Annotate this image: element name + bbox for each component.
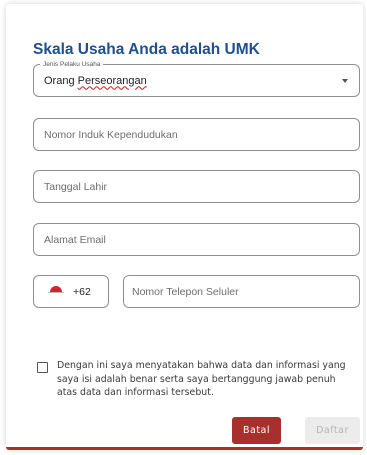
flag-base-line — [48, 292, 64, 293]
country-code-text: +62 — [73, 285, 91, 298]
submit-button[interactable]: Daftar — [305, 417, 360, 444]
birth-date-placeholder: Tanggal Lahir — [44, 180, 108, 193]
business-actor-type-select[interactable]: Jenis Pelaku Usaha Orang Perseorangan — [33, 60, 360, 97]
email-input[interactable]: Alamat Email — [33, 223, 360, 256]
consent-text: Dengan ini saya menyatakan bahwa data da… — [57, 360, 346, 399]
registration-card: Skala Usaha Anda adalah UMK Jenis Pelaku… — [6, 4, 363, 450]
business-actor-type-value-highlight: Perseorangan — [77, 74, 147, 87]
email-placeholder: Alamat Email — [44, 233, 106, 246]
card-bottom-bar — [6, 447, 363, 450]
business-actor-type-value-prefix: Orang — [44, 74, 78, 87]
phone-number-input[interactable]: Nomor Telepon Seluler — [123, 275, 360, 308]
cancel-button[interactable]: Batal — [232, 417, 281, 444]
phone-number-placeholder: Nomor Telepon Seluler — [132, 285, 239, 298]
form-title: Skala Usaha Anda adalah UMK — [33, 41, 260, 58]
country-code-select[interactable]: +62 — [33, 275, 109, 308]
caret-down-icon[interactable] — [342, 79, 348, 83]
consent-checkbox[interactable] — [37, 362, 48, 373]
nik-placeholder: Nomor Induk Kependudukan — [44, 128, 178, 141]
business-actor-type-value: Orang Perseorangan — [44, 75, 147, 87]
birth-date-input[interactable]: Tanggal Lahir — [33, 170, 360, 203]
business-actor-type-legend: Jenis Pelaku Usaha — [40, 60, 104, 69]
nik-input[interactable]: Nomor Induk Kependudukan — [33, 118, 360, 151]
